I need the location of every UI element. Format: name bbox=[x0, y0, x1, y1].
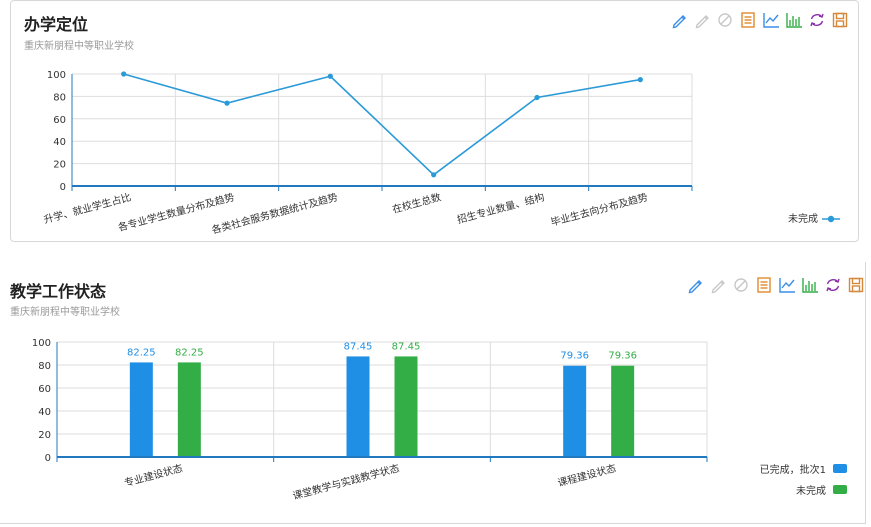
bar bbox=[177, 362, 201, 457]
x-tick-label: 专业建设状态 bbox=[123, 461, 184, 489]
legend-label: 已完成，批次1 bbox=[760, 463, 826, 476]
y-tick-label: 60 bbox=[38, 384, 51, 395]
data-label: 82.25 bbox=[175, 347, 204, 358]
bar bbox=[394, 356, 418, 457]
bar bbox=[611, 365, 635, 457]
bar bbox=[129, 362, 153, 457]
x-tick-label: 课程建设状态 bbox=[556, 461, 617, 489]
x-tick-label: 课堂教学与实践教学状态 bbox=[291, 461, 401, 502]
y-tick-label: 80 bbox=[38, 361, 51, 372]
data-label: 79.36 bbox=[560, 351, 589, 362]
y-tick-label: 0 bbox=[45, 453, 51, 464]
bar bbox=[346, 356, 370, 457]
y-tick-label: 100 bbox=[32, 338, 51, 349]
data-label: 79.36 bbox=[608, 351, 637, 362]
bar bbox=[563, 365, 587, 457]
legend-swatch bbox=[833, 485, 847, 494]
data-label: 82.25 bbox=[127, 347, 156, 358]
bar-chart: 0 20 40 60 80 100 82.25 87.45 79.36 82.25 87.45 79.… bbox=[32, 338, 847, 502]
legend-swatch bbox=[833, 464, 847, 473]
data-label: 87.45 bbox=[392, 341, 421, 352]
legend-label: 未完成 bbox=[796, 484, 826, 497]
y-tick-label: 40 bbox=[38, 407, 51, 418]
y-tick-label: 20 bbox=[38, 430, 51, 441]
data-label: 87.45 bbox=[344, 341, 373, 352]
